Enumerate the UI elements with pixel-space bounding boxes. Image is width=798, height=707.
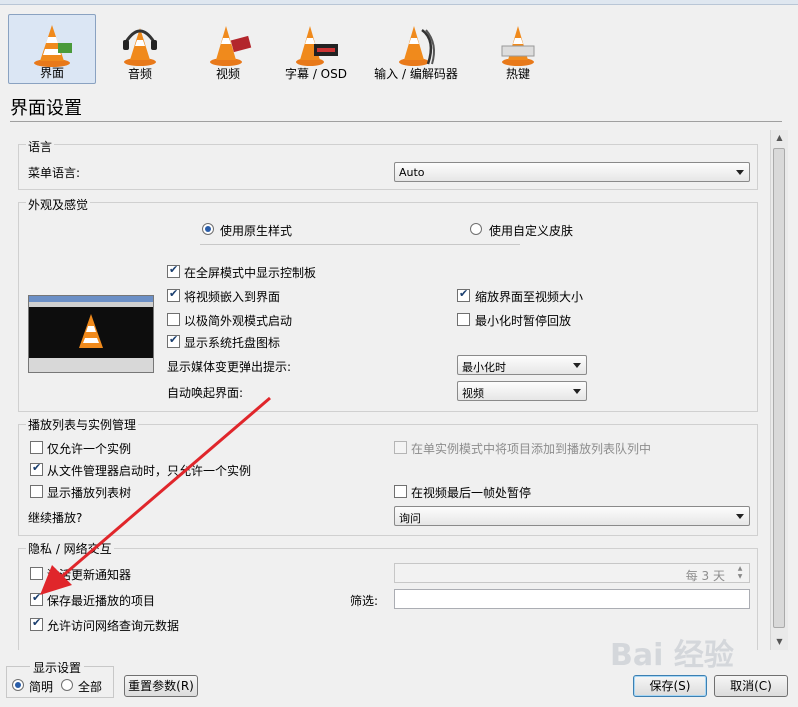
systray-label: 显示系统托盘图标 xyxy=(184,336,281,350)
watermark-text: Bai 经验 xyxy=(610,638,734,673)
pause-last-frame-label: 在视频最后一帧处暂停 xyxy=(411,486,532,500)
raise-interface-label: 自动唤起界面: xyxy=(167,386,244,400)
interface-preview-image xyxy=(28,295,154,373)
show-settings-title: 显示设置 xyxy=(30,659,85,676)
scroll-up-icon[interactable]: ▲ xyxy=(771,130,788,146)
simple-mode-label: 简明 xyxy=(29,680,54,694)
language-group-title: 语言 xyxy=(26,138,55,155)
vlc-cone-keyboard-icon xyxy=(501,26,535,66)
chevron-down-icon xyxy=(573,389,581,394)
enqueue-one-instance-label: 在单实例模式中将项目添加到播放列表队列中 xyxy=(411,442,652,456)
vlc-cone-headphones-icon xyxy=(123,28,157,66)
update-interval-spinbox[interactable]: 每 3 天 ▲ ▼ xyxy=(394,563,750,583)
category-subtitles[interactable]: 字幕 / OSD xyxy=(272,14,360,84)
baidu-watermark-logo: Bai 经验 xyxy=(610,630,770,680)
category-hotkeys[interactable]: 热键 xyxy=(474,14,562,84)
filter-label: 筛选: xyxy=(350,594,379,608)
resize-to-video-checkbox[interactable] xyxy=(457,287,470,302)
category-label: 热键 xyxy=(505,67,530,81)
native-style-label: 使用原生样式 xyxy=(220,224,293,238)
update-interval-value: 每 3 天 xyxy=(685,569,725,583)
embed-video-checkbox[interactable] xyxy=(167,287,180,302)
category-label: 音频 xyxy=(127,67,152,81)
metadata-access-label: 允许访问网络查询元数据 xyxy=(47,619,180,633)
privacy-group-title: 隐私 / 网络交互 xyxy=(26,540,114,557)
custom-skin-radio[interactable] xyxy=(470,223,482,235)
all-mode-radio[interactable] xyxy=(61,679,73,691)
one-instance-checkbox[interactable] xyxy=(30,441,43,454)
vlc-cone-film-icon xyxy=(210,26,252,66)
one-instance-from-fm-label: 从文件管理器启动时，只允许一个实例 xyxy=(47,464,252,478)
filter-input[interactable] xyxy=(394,589,750,609)
metadata-access-checkbox[interactable] xyxy=(30,616,43,631)
playlist-tree-label: 显示播放列表树 xyxy=(47,486,132,500)
popup-value: 最小化时 xyxy=(462,361,506,374)
look-feel-group-title: 外观及感觉 xyxy=(26,196,91,213)
save-recent-label: 保存最近播放的项目 xyxy=(47,594,156,608)
category-label: 界面 xyxy=(39,66,64,80)
save-recent-checkbox[interactable] xyxy=(30,591,43,606)
continue-playback-label: 继续播放? xyxy=(28,511,83,525)
chevron-down-icon xyxy=(736,514,744,519)
settings-scroll-area[interactable]: 语言 菜单语言: Auto 外观及感觉 使用原生样式 使用自定义皮肤 在全屏模式… xyxy=(10,130,770,650)
category-interface[interactable]: 界面 xyxy=(8,14,96,84)
popup-select[interactable]: 最小化时 xyxy=(457,355,587,375)
raise-interface-select[interactable]: 视频 xyxy=(457,381,587,401)
playlist-group-title: 播放列表与实例管理 xyxy=(26,416,139,433)
popup-label: 显示媒体变更弹出提示: xyxy=(167,360,292,374)
enqueue-one-instance-checkbox[interactable] xyxy=(394,441,407,454)
vertical-scrollbar[interactable]: ▲ ▼ xyxy=(770,130,788,650)
systray-checkbox[interactable] xyxy=(167,333,180,348)
continue-playback-value: 询问 xyxy=(399,512,421,525)
custom-skin-label: 使用自定义皮肤 xyxy=(489,224,574,238)
all-mode-label: 全部 xyxy=(78,680,103,694)
scroll-down-icon[interactable]: ▼ xyxy=(771,634,788,650)
style-divider xyxy=(200,244,520,245)
menu-language-label: 菜单语言: xyxy=(28,166,81,180)
window-top-border xyxy=(0,0,798,5)
title-divider xyxy=(10,121,782,122)
resize-to-video-label: 缩放界面至视频大小 xyxy=(475,290,584,304)
vlc-cone-interface-icon xyxy=(34,25,72,67)
one-instance-label: 仅允许一个实例 xyxy=(47,442,132,456)
category-input-codecs[interactable]: 输入 / 编解码器 xyxy=(366,14,466,84)
raise-interface-value: 视频 xyxy=(462,387,484,400)
pause-minimized-label: 最小化时暂停回放 xyxy=(475,314,572,328)
scrollbar-thumb[interactable] xyxy=(773,148,785,628)
category-label: 输入 / 编解码器 xyxy=(374,67,458,81)
page-title: 界面设置 xyxy=(10,98,82,119)
fullscreen-controls-checkbox[interactable] xyxy=(167,263,180,278)
update-notifier-checkbox[interactable] xyxy=(30,567,43,580)
category-label: 视频 xyxy=(215,67,240,81)
continue-playback-select[interactable]: 询问 xyxy=(394,506,750,526)
vlc-cone-preview-icon xyxy=(79,314,103,348)
update-notifier-label: 激活更新通知器 xyxy=(47,568,132,582)
vlc-cone-cable-icon xyxy=(399,26,435,66)
minimal-mode-checkbox[interactable] xyxy=(167,313,180,326)
minimal-mode-label: 以极简外观模式启动 xyxy=(184,314,293,328)
fullscreen-controls-label: 在全屏模式中显示控制板 xyxy=(184,266,317,280)
reset-preferences-button[interactable]: 重置参数(R) xyxy=(124,675,198,697)
simple-mode-radio[interactable] xyxy=(12,679,24,691)
pause-minimized-checkbox[interactable] xyxy=(457,313,470,326)
vlc-cone-subtitle-icon xyxy=(296,26,338,66)
playlist-tree-checkbox[interactable] xyxy=(30,485,43,498)
category-label: 字幕 / OSD xyxy=(285,67,347,81)
spin-arrows-icon: ▲ ▼ xyxy=(737,565,743,580)
chevron-down-icon xyxy=(573,363,581,368)
menu-language-value: Auto xyxy=(399,166,425,179)
menu-language-select[interactable]: Auto xyxy=(394,162,750,182)
pause-last-frame-checkbox[interactable] xyxy=(394,485,407,498)
one-instance-from-fm-checkbox[interactable] xyxy=(30,461,43,476)
chevron-down-icon xyxy=(736,170,744,175)
category-audio[interactable]: 音频 xyxy=(96,14,184,84)
category-video[interactable]: 视频 xyxy=(184,14,272,84)
embed-video-label: 将视频嵌入到界面 xyxy=(184,290,281,304)
native-style-radio[interactable] xyxy=(202,223,214,235)
